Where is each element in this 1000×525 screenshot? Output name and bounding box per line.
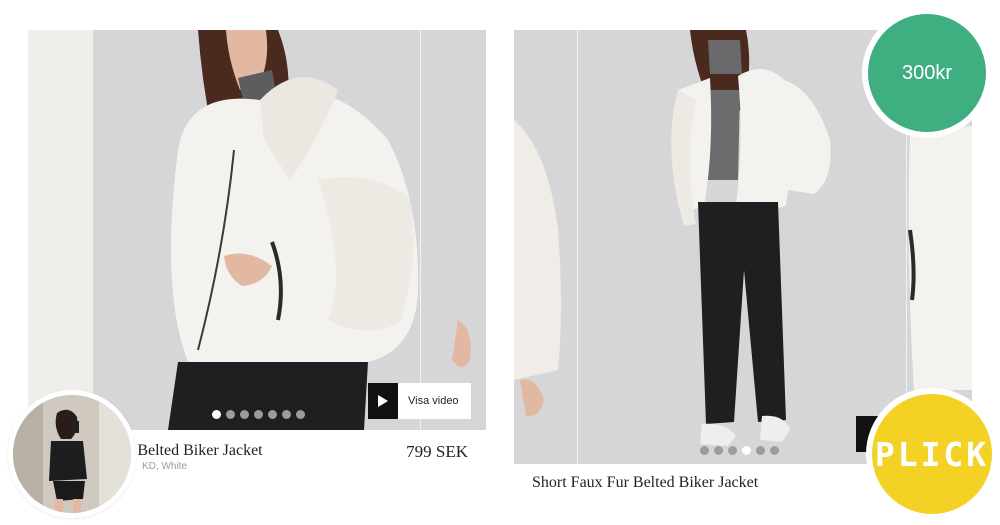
carousel-dot[interactable]: [770, 446, 779, 455]
seller-avatar[interactable]: [8, 390, 136, 518]
carousel-dot[interactable]: [700, 446, 709, 455]
carousel-dot[interactable]: [756, 446, 765, 455]
carousel-dots[interactable]: [212, 410, 305, 419]
carousel-dot[interactable]: [282, 410, 291, 419]
product-brand-color: KD, White: [142, 461, 188, 472]
carousel-dot[interactable]: [240, 410, 249, 419]
plick-button-label: PLICK: [872, 394, 992, 514]
carousel-dots[interactable]: [700, 446, 779, 455]
carousel-dot[interactable]: [742, 446, 751, 455]
watch-video-label: Visa video: [408, 395, 459, 407]
play-icon: [368, 383, 398, 419]
seller-photo-illustration: [13, 395, 131, 513]
carousel-dot[interactable]: [714, 446, 723, 455]
model-photo-illustration: [168, 30, 471, 430]
carousel-dot[interactable]: [296, 410, 305, 419]
carousel-dot[interactable]: [728, 446, 737, 455]
seller-price-badge: 300kr: [862, 8, 992, 138]
product-name[interactable]: Short Faux Fur Belted Biker Jacket: [532, 474, 758, 492]
carousel-dot[interactable]: [212, 410, 221, 419]
carousel-dot[interactable]: [268, 410, 277, 419]
plick-button[interactable]: PLICK: [866, 388, 998, 520]
watch-video-button[interactable]: Visa video: [368, 383, 471, 419]
product-photo[interactable]: Visa video: [28, 30, 486, 430]
carousel-dot[interactable]: [254, 410, 263, 419]
seller-price: 300kr: [868, 14, 986, 132]
product-price: 799 SEK: [406, 442, 468, 461]
product-name[interactable]: r Belted Biker Jacket: [128, 442, 263, 460]
carousel-dot[interactable]: [226, 410, 235, 419]
